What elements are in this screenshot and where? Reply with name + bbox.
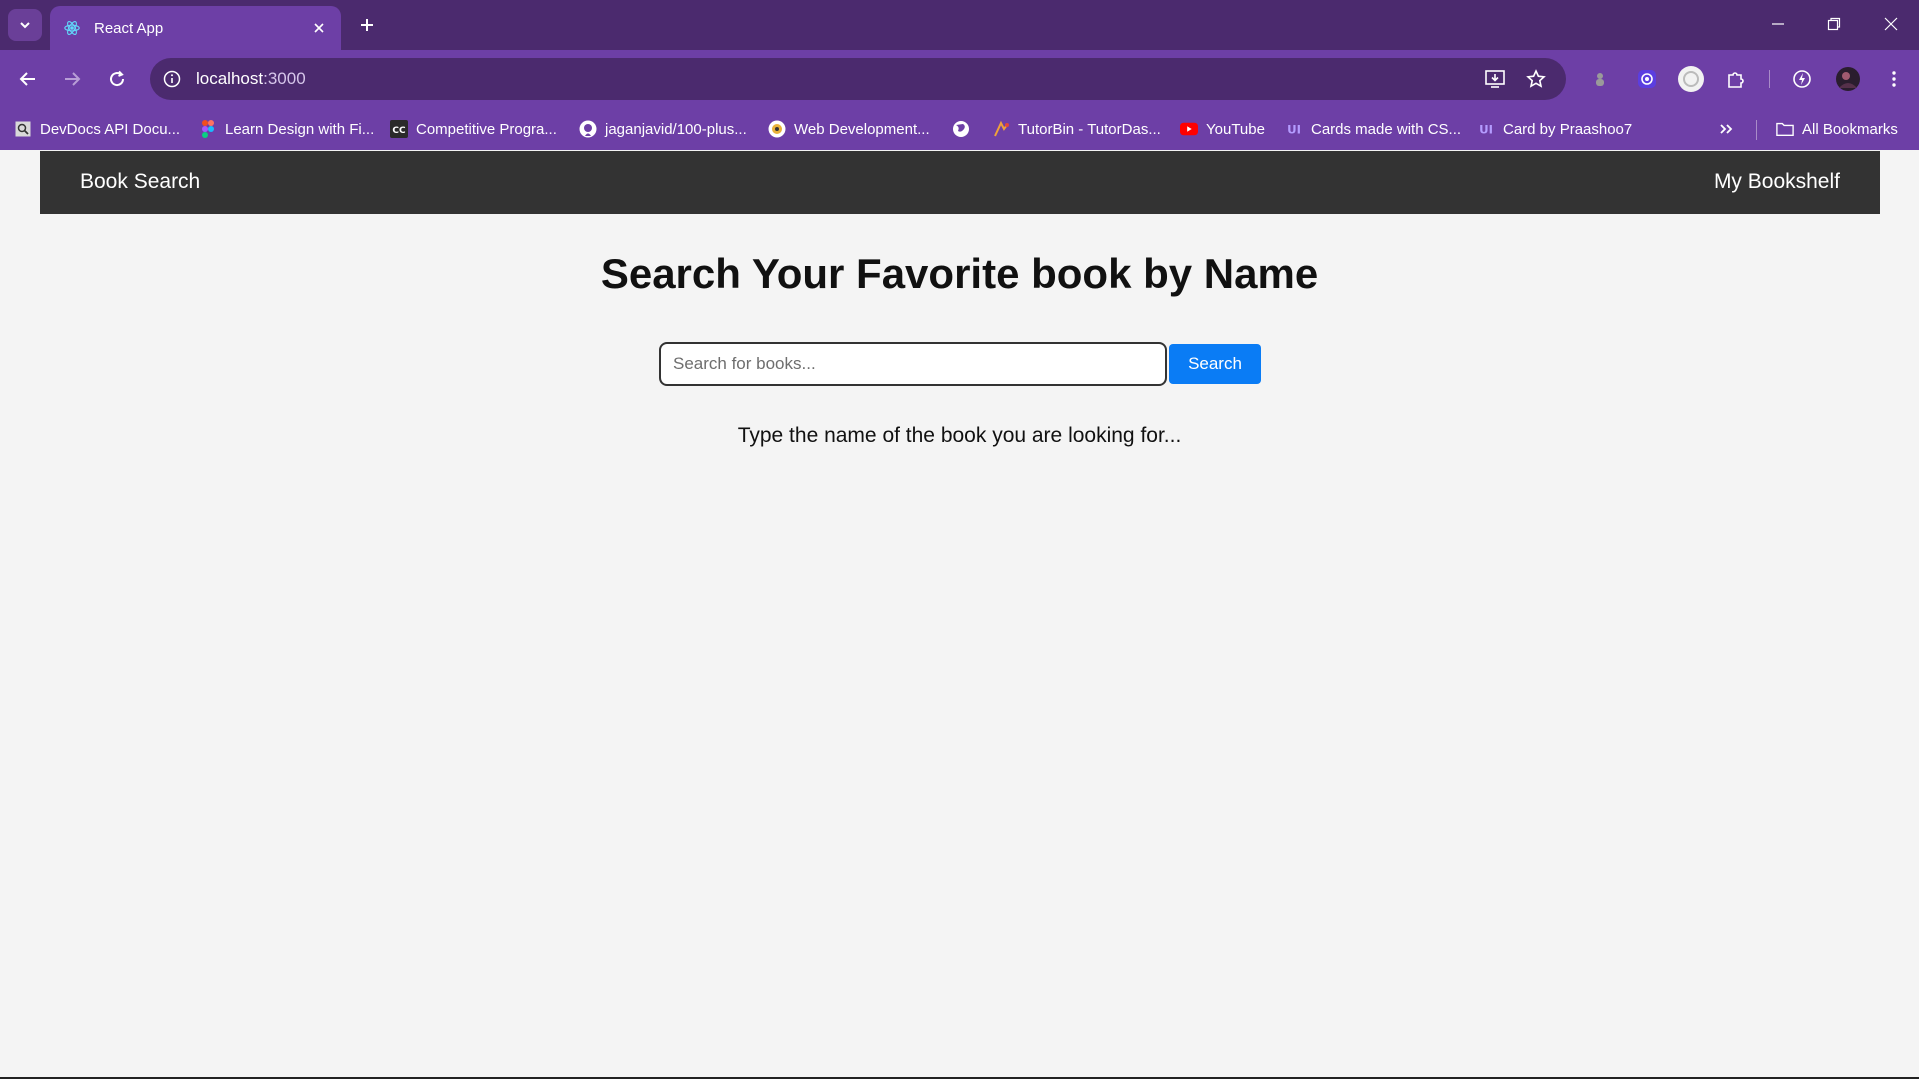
tutorbin-icon [992,120,1010,138]
search-hint: Type the name of the book you are lookin… [737,424,1182,447]
youtube-icon [1180,120,1198,138]
restore-button[interactable] [1808,4,1860,44]
reload-icon [110,70,125,87]
browser-menu-button[interactable] [1878,63,1910,95]
minimize-icon [1772,23,1784,25]
performance-icon[interactable] [1786,63,1818,95]
svg-text:UI: UI [1287,123,1301,137]
bookmark-github[interactable]: jaganjavid/100-plus... [579,117,747,141]
browser-toolbar: localhost:3000 [0,50,1919,108]
search-button[interactable]: Search [1169,344,1261,384]
folder-icon [1776,120,1794,138]
back-button[interactable] [12,63,44,95]
bookmark-devdocs[interactable]: DevDocs API Docu... [14,117,180,141]
active-tab[interactable]: React App [50,6,341,50]
url-port: :3000 [263,69,306,88]
globe-icon [952,120,970,138]
close-window-button[interactable] [1865,4,1917,44]
forward-button[interactable] [56,63,88,95]
all-bookmarks-button[interactable]: All Bookmarks [1776,117,1898,141]
app-navbar: Book Search My Bookshelf [40,151,1880,214]
bookmark-label: Web Development... [794,120,930,138]
toolbar-divider [1769,70,1770,88]
tab-strip: React App [0,0,1919,50]
extension-circle-icon[interactable] [1675,63,1707,95]
page-title: Search Your Favorite book by Name [600,250,1319,297]
bookmarks-overflow-button[interactable] [1718,117,1734,141]
bookmark-star-icon[interactable] [1523,67,1549,91]
bookmarks-divider [1756,120,1757,140]
extension-swirl-icon[interactable] [1631,63,1663,95]
minimize-button[interactable] [1752,4,1804,44]
bookmark-competitive[interactable]: CC Competitive Progra... [390,117,557,141]
react-icon [62,18,82,38]
svg-text:UI: UI [1479,123,1493,137]
restore-icon [1827,17,1841,31]
tab-title: React App [94,19,164,37]
more-vert-icon [1892,71,1896,87]
install-app-icon[interactable] [1482,67,1508,91]
arrow-left-icon [19,72,35,86]
figma-icon [199,120,217,138]
all-bookmarks-label: All Bookmarks [1802,120,1898,138]
bookmark-label: YouTube [1206,120,1265,138]
close-icon [1884,17,1898,31]
plus-icon [361,19,373,31]
nav-brand-link[interactable]: Book Search [80,170,200,194]
url-host: localhost [196,69,264,88]
double-chevron-right-icon [1720,124,1733,134]
bookmark-label: Learn Design with Fi... [225,120,375,138]
bookmark-label: Card by Praashoo7 [1503,120,1633,138]
tab-search-button[interactable] [8,9,42,41]
svg-text:CC: CC [392,126,406,136]
bookmarks-bar: DevDocs API Docu... Learn Design with Fi… [0,108,1919,150]
devdocs-icon [14,120,32,138]
bookmark-tutorbin[interactable]: TutorBin - TutorDas... [992,117,1161,141]
profile-avatar[interactable] [1832,63,1864,95]
my-bookshelf-link[interactable]: My Bookshelf [1714,170,1840,194]
bookmark-figma[interactable]: Learn Design with Fi... [199,117,374,141]
search-input[interactable] [659,342,1167,386]
bookmark-cards-css[interactable]: UI Cards made with CS... [1285,117,1461,141]
bookmark-youtube[interactable]: YouTube [1180,117,1265,141]
extension-dot-icon[interactable] [1584,63,1616,95]
bookmark-label: TutorBin - TutorDas... [1018,120,1161,138]
bookmark-label: DevDocs API Docu... [40,120,181,138]
arrow-right-icon [65,72,81,86]
uiverse-icon: UI [1477,120,1495,138]
bookmark-label: Cards made with CS... [1311,120,1462,138]
site-info-icon[interactable] [160,67,184,91]
uiverse-icon: UI [1285,120,1303,138]
reload-button[interactable] [101,63,133,95]
chevron-down-icon [20,22,30,29]
webdev-icon [768,120,786,138]
url-text: localhost:3000 [196,69,306,89]
address-bar[interactable]: localhost:3000 [150,58,1566,100]
bookmark-card-praashoo7[interactable]: UI Card by Praashoo7 [1477,117,1632,141]
bookmark-label: jaganjavid/100-plus... [605,120,747,138]
bookmark-globe[interactable] [952,117,978,141]
bookmark-webdev[interactable]: Web Development... [768,117,930,141]
bookmark-label: Competitive Progra... [416,120,557,138]
close-tab-icon[interactable] [307,16,331,40]
new-tab-button[interactable] [352,10,382,40]
extensions-puzzle-icon[interactable] [1720,63,1752,95]
github-icon [579,120,597,138]
cc-icon: CC [390,120,408,138]
